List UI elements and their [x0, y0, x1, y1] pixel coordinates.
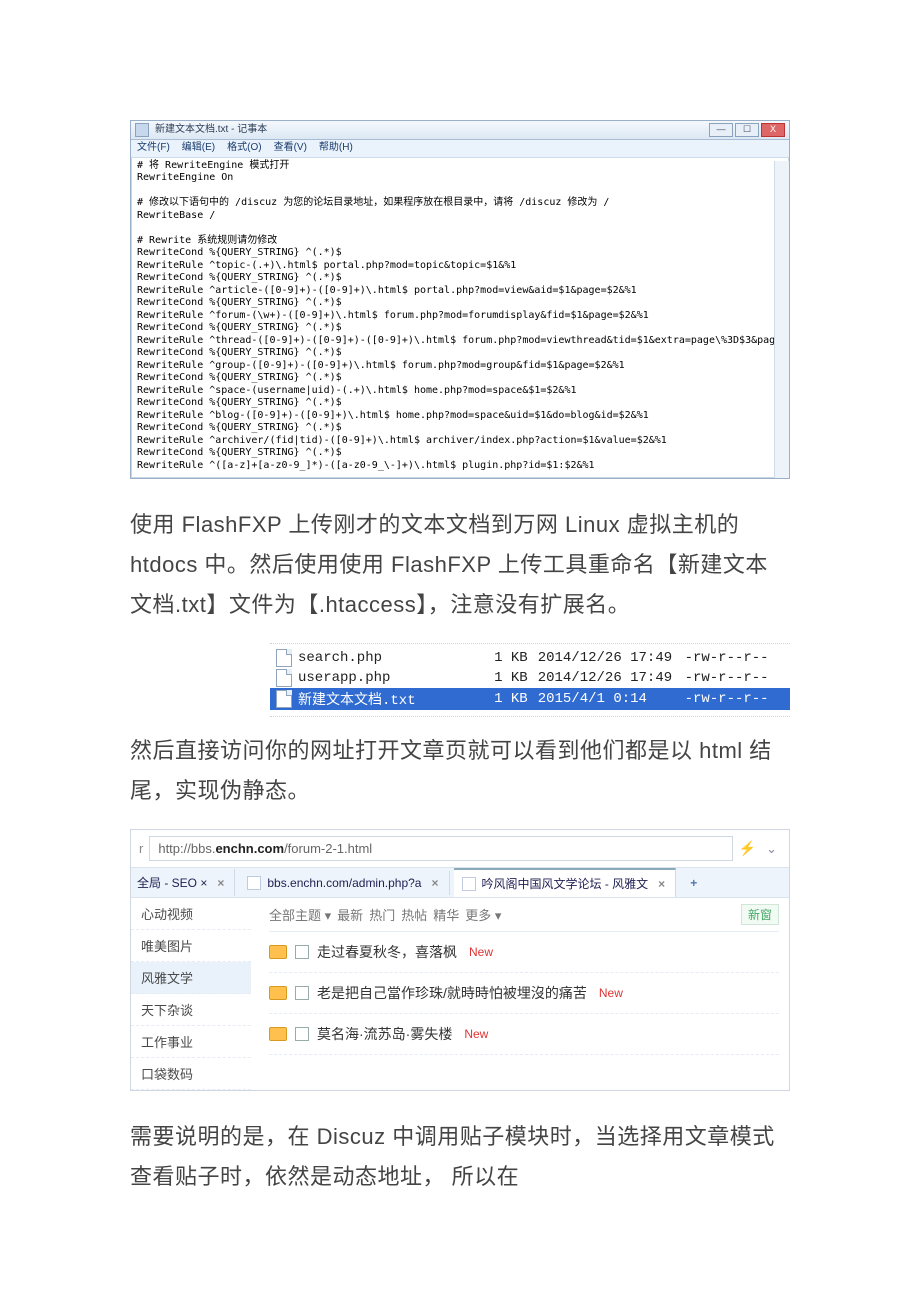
- file-permissions: -rw-r--r--: [685, 670, 784, 686]
- tab-close-icon[interactable]: ×: [427, 876, 438, 890]
- thread-title[interactable]: 走过春夏秋冬，喜落枫: [317, 942, 457, 962]
- file-icon: [276, 690, 292, 708]
- url-path: /forum-2-1.html: [284, 841, 372, 856]
- filter-latest[interactable]: 最新: [337, 905, 363, 924]
- file-permissions: -rw-r--r--: [685, 691, 784, 707]
- file-row[interactable]: search.php 1 KB 2014/12/26 17:49 -rw-r--r--: [270, 648, 790, 668]
- file-date: 2015/4/1 0:14: [538, 691, 679, 707]
- tab-label: bbs.enchn.com/admin.php?a: [267, 876, 421, 890]
- checkbox[interactable]: [295, 945, 309, 959]
- sidebar-item[interactable]: 口袋数码: [131, 1058, 251, 1090]
- thread-row[interactable]: 走过春夏秋冬，喜落枫 New: [269, 932, 779, 973]
- ftp-file-list: search.php 1 KB 2014/12/26 17:49 -rw-r--r--…: [270, 643, 790, 717]
- vertical-scrollbar[interactable]: [774, 161, 789, 478]
- notepad-icon: [135, 123, 149, 137]
- window-buttons: — ☐ X: [709, 123, 785, 137]
- menu-help[interactable]: 帮助(H): [319, 142, 353, 155]
- file-size: 1 KB: [486, 650, 531, 666]
- file-size: 1 KB: [486, 670, 531, 686]
- article-paragraph-3: 需要说明的是，在 Discuz 中调用贴子模块时，当选择用文章模式查看贴子时，依…: [130, 1117, 790, 1197]
- address-dropdown-icon[interactable]: ⌄: [762, 841, 781, 857]
- url-host: enchn.com: [215, 841, 284, 856]
- favicon-icon: [462, 877, 476, 891]
- checkbox[interactable]: [295, 1027, 309, 1041]
- filter-hot[interactable]: 热门: [369, 905, 395, 924]
- filter-more[interactable]: 更多 ▾: [465, 905, 501, 924]
- menu-format[interactable]: 格式(O): [227, 142, 261, 155]
- new-badge: New: [469, 945, 493, 959]
- tab-label: 全局 - SEO ×: [137, 874, 207, 891]
- folder-icon: [269, 986, 287, 1000]
- file-row[interactable]: userapp.php 1 KB 2014/12/26 17:49 -rw-r--r-…: [270, 668, 790, 688]
- url-field[interactable]: http://bbs.enchn.com/forum-2-1.html: [149, 836, 732, 861]
- menu-edit[interactable]: 编辑(E): [182, 142, 215, 155]
- maximize-button[interactable]: ☐: [735, 123, 759, 137]
- notepad-titlebar[interactable]: 新建文本文档.txt - 记事本 — ☐ X: [131, 121, 789, 140]
- browser-window: r http://bbs.enchn.com/forum-2-1.html ⚡ …: [130, 829, 790, 1091]
- tab-label: 吟风阁中国风文学论坛 - 风雅文: [482, 875, 649, 892]
- file-name: search.php: [298, 650, 480, 666]
- filter-all[interactable]: 全部主题 ▾: [269, 905, 331, 924]
- article-paragraph-1: 使用 FlashFXP 上传刚才的文本文档到万网 Linux 虚拟主机的 htd…: [130, 505, 790, 625]
- folder-icon: [269, 945, 287, 959]
- sidebar-item[interactable]: 天下杂谈: [131, 994, 251, 1026]
- file-date: 2014/12/26 17:49: [538, 670, 679, 686]
- browser-address-bar: r http://bbs.enchn.com/forum-2-1.html ⚡ …: [131, 830, 789, 868]
- notepad-menubar: 文件(F) 编辑(E) 格式(O) 查看(V) 帮助(H): [131, 140, 789, 158]
- file-name: 新建文本文档.txt: [298, 689, 480, 709]
- menu-view[interactable]: 查看(V): [274, 142, 307, 155]
- notepad-text-area[interactable]: # 将 RewriteEngine 模式打开 RewriteEngine On …: [131, 158, 789, 479]
- sidebar-item[interactable]: 心动视频: [131, 898, 251, 930]
- filter-hotposts[interactable]: 热帖: [401, 905, 427, 924]
- forum-body: 全部主题 ▾ 最新 热门 热帖 精华 更多 ▾ 新窗 走过春夏秋冬，喜落枫 New…: [251, 898, 789, 1090]
- new-badge: New: [599, 986, 623, 1000]
- sidebar-item[interactable]: 工作事业: [131, 1026, 251, 1058]
- menu-file[interactable]: 文件(F): [137, 142, 170, 155]
- thread-title[interactable]: 老是把自己當作珍珠/就時時怕被埋沒的痛苦: [317, 983, 587, 1003]
- chevron-down-icon: ▾: [325, 908, 332, 923]
- checkbox[interactable]: [295, 986, 309, 1000]
- file-icon: [276, 649, 292, 667]
- sidebar-item[interactable]: 唯美图片: [131, 930, 251, 962]
- file-name: userapp.php: [298, 670, 480, 686]
- tab-close-icon[interactable]: ×: [654, 877, 665, 891]
- thread-list: 走过春夏秋冬，喜落枫New老是把自己當作珍珠/就時時怕被埋沒的痛苦New莫名海·…: [269, 932, 779, 1055]
- add-tab-button[interactable]: +: [680, 872, 707, 894]
- notepad-window: 新建文本文档.txt - 记事本 — ☐ X 文件(F) 编辑(E) 格式(O)…: [130, 120, 790, 479]
- filter-digest[interactable]: 精华: [433, 905, 459, 924]
- browser-tab[interactable]: 吟风阁中国风文学论坛 - 风雅文 ×: [454, 868, 677, 897]
- thread-row[interactable]: 老是把自己當作珍珠/就時時怕被埋沒的痛苦 New: [269, 973, 779, 1014]
- file-date: 2014/12/26 17:49: [538, 650, 679, 666]
- article-paragraph-2: 然后直接访问你的网址打开文章页就可以看到他们都是以 html 结尾，实现伪静态。: [130, 731, 790, 811]
- browser-tab-strip: 全局 - SEO ××bbs.enchn.com/admin.php?a×吟风阁…: [131, 868, 789, 898]
- new-badge: New: [464, 1027, 488, 1041]
- minimize-button[interactable]: —: [709, 123, 733, 137]
- sidebar-item[interactable]: 风雅文学: [131, 962, 251, 994]
- file-row[interactable]: 新建文本文档.txt 1 KB 2015/4/1 0:14 -rw-r--r--: [270, 688, 790, 710]
- browser-tab[interactable]: 全局 - SEO × ×: [137, 869, 235, 896]
- notepad-title: 新建文本文档.txt - 记事本: [155, 124, 267, 137]
- url-prefix: http://bbs.: [158, 841, 215, 856]
- favicon-icon: [247, 876, 261, 890]
- file-permissions: -rw-r--r--: [685, 650, 784, 666]
- thread-title[interactable]: 莫名海·流苏岛·雾失楼: [317, 1024, 452, 1044]
- new-window-button[interactable]: 新窗: [741, 904, 779, 925]
- lightning-icon[interactable]: ⚡: [739, 840, 756, 857]
- chevron-down-icon: ▾: [495, 908, 502, 923]
- thread-row[interactable]: 莫名海·流苏岛·雾失楼 New: [269, 1014, 779, 1055]
- tab-close-icon[interactable]: ×: [213, 876, 224, 890]
- addr-prefix-letter: r: [139, 841, 143, 856]
- file-icon: [276, 669, 292, 687]
- file-size: 1 KB: [486, 691, 531, 707]
- thread-filter-bar: 全部主题 ▾ 最新 热门 热帖 精华 更多 ▾ 新窗: [269, 898, 779, 932]
- close-button[interactable]: X: [761, 123, 785, 137]
- folder-icon: [269, 1027, 287, 1041]
- browser-tab[interactable]: bbs.enchn.com/admin.php?a ×: [239, 871, 449, 895]
- forum-side-nav: 心动视频唯美图片风雅文学天下杂谈工作事业口袋数码: [131, 898, 251, 1090]
